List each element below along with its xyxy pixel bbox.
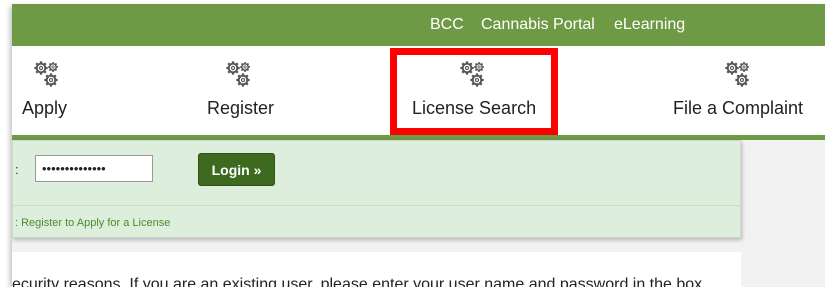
nav-item-label: Apply: [22, 98, 68, 118]
nav-item-label[interactable]: Register: [207, 98, 274, 119]
nav-item-apply[interactable]: Apply: [12, 46, 122, 135]
intro-text: ecurity reasons. If you are an existing …: [12, 276, 703, 287]
nav-item-label: File a Complaint: [673, 98, 804, 118]
gears-icon: [721, 58, 755, 90]
main-nav: Apply Register License Search File a Com…: [12, 46, 825, 140]
gears-icon: [222, 58, 256, 90]
nav-item-license-search[interactable]: License Search: [404, 46, 544, 135]
login-button[interactable]: Login »: [198, 153, 275, 186]
gears-icon: [456, 58, 490, 90]
main-content: ecurity reasons. If you are an existing …: [12, 252, 741, 287]
browser-viewport: BCC Cannabis Portal eLearning Apply Regi…: [12, 4, 825, 287]
nav-item-register[interactable]: Register: [192, 46, 312, 135]
password-input[interactable]: [35, 155, 153, 182]
header-link-elearning[interactable]: eLearning: [614, 16, 685, 34]
top-header-bar: BCC Cannabis Portal eLearning: [12, 4, 825, 46]
login-panel-divider: [13, 205, 742, 206]
header-link-bcc[interactable]: BCC: [430, 16, 464, 34]
login-panel: : Login » : Register to Apply for a Lice…: [12, 140, 742, 238]
nav-item-label: License Search: [412, 98, 537, 118]
gears-icon: [30, 58, 64, 90]
nav-item-file-complaint[interactable]: File a Complaint: [662, 46, 825, 135]
header-link-cannabis-portal[interactable]: Cannabis Portal: [481, 16, 595, 34]
password-field-label: :: [15, 162, 19, 177]
register-to-apply-link[interactable]: : Register to Apply for a License: [15, 217, 170, 229]
